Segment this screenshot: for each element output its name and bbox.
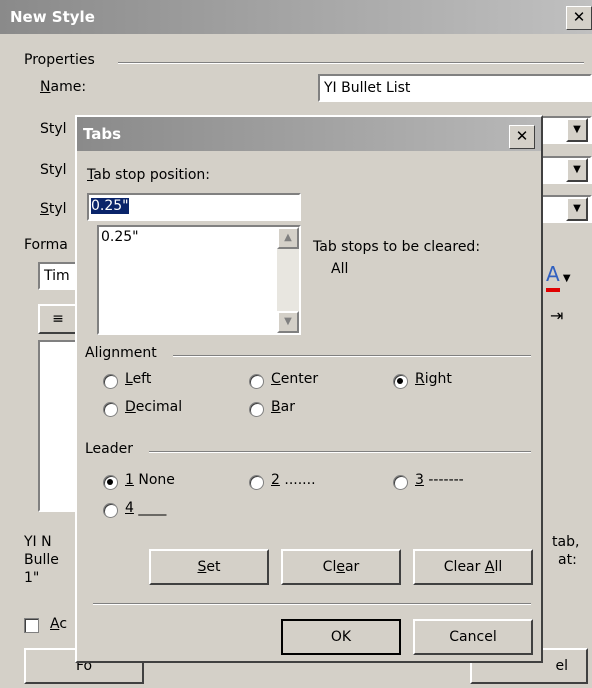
- align-bar-label: Bar: [271, 399, 295, 415]
- preview-area: [38, 340, 78, 512]
- style-following-label: Styl: [40, 201, 67, 217]
- align-left-icon[interactable]: ≡: [38, 304, 78, 334]
- leader-dashes-label: 3 -------: [415, 472, 464, 488]
- align-decimal-label: Decimal: [125, 399, 183, 415]
- align-center-radio[interactable]: [249, 374, 264, 389]
- description-line3: 1": [24, 570, 40, 586]
- align-left-radio[interactable]: [103, 374, 118, 389]
- description-line2: Bulle: [24, 552, 59, 568]
- align-left-label: Left: [125, 371, 152, 387]
- alignment-group-label: Alignment: [85, 345, 157, 361]
- description-line1: YI N: [24, 534, 52, 550]
- style-type-label: Styl: [40, 121, 67, 137]
- tab-stops-to-clear-label: Tab stops to be cleared:: [313, 239, 481, 255]
- tab-stop-list[interactable]: 0.25" ▲ ▼: [97, 225, 301, 335]
- clear-all-button[interactable]: Clear All: [413, 549, 533, 585]
- style-type-dropdown-icon[interactable]: ▼: [566, 118, 588, 142]
- tabs-title: Tabs: [83, 125, 122, 143]
- ok-button[interactable]: OK: [281, 619, 401, 655]
- align-right-label: Right: [415, 371, 452, 387]
- align-center-label: Center: [271, 371, 319, 387]
- tab-stop-position-input[interactable]: 0.25": [87, 193, 301, 221]
- new-style-close-icon[interactable]: ✕: [566, 6, 592, 30]
- leader-none-radio[interactable]: [103, 475, 118, 490]
- properties-group-line: [118, 62, 584, 64]
- tab-stops-to-clear-value: All: [331, 261, 349, 277]
- new-style-titlebar[interactable]: New Style: [0, 0, 592, 34]
- tabs-titlebar[interactable]: Tabs: [77, 117, 541, 151]
- description-right1: tab,: [552, 534, 580, 550]
- increase-indent-icon[interactable]: ⇥: [550, 306, 563, 325]
- tabs-dialog: Tabs ✕ Tab stop position: 0.25" 0.25" ▲ …: [75, 115, 543, 663]
- align-decimal-radio[interactable]: [103, 402, 118, 417]
- leader-group-label: Leader: [85, 441, 134, 457]
- name-input[interactable]: YI Bullet List: [318, 74, 592, 102]
- tabs-close-icon[interactable]: ✕: [509, 125, 535, 149]
- leader-dots-label: 2 .......: [271, 472, 316, 488]
- add-to-template-label: Ac: [50, 616, 68, 632]
- ok-button-label: OK: [330, 629, 352, 645]
- leader-group-line: [149, 451, 531, 453]
- leader-underline-label: 4 ____: [125, 500, 167, 516]
- align-right-radio[interactable]: [393, 374, 408, 389]
- tab-stop-list-item[interactable]: 0.25": [101, 229, 139, 245]
- leader-underline-radio[interactable]: [103, 503, 118, 518]
- style-based-on-label: Styl: [40, 162, 67, 178]
- leader-dashes-radio[interactable]: [393, 475, 408, 490]
- clear-button[interactable]: Clear: [281, 549, 401, 585]
- cancel-button[interactable]: Cancel: [413, 619, 533, 655]
- scroll-up-icon[interactable]: ▲: [277, 227, 299, 249]
- formatting-group-label: Forma: [24, 237, 68, 253]
- name-label: Name:: [40, 79, 87, 95]
- leader-none-label: 1 None: [125, 472, 175, 488]
- outer-cancel-button-label: el: [555, 658, 568, 674]
- style-based-on-dropdown-icon[interactable]: ▼: [566, 158, 588, 182]
- add-to-template-checkbox[interactable]: [24, 618, 39, 633]
- tab-stop-position-label: Tab stop position:: [87, 167, 211, 183]
- font-select-value: Tim: [44, 268, 70, 284]
- alignment-group-line: [173, 355, 531, 357]
- properties-group-label: Properties: [24, 52, 95, 68]
- name-input-value: YI Bullet List: [324, 80, 411, 96]
- style-following-dropdown-icon[interactable]: ▼: [566, 197, 588, 221]
- font-select[interactable]: Tim: [38, 262, 78, 290]
- new-style-title: New Style: [10, 8, 95, 26]
- align-bar-radio[interactable]: [249, 402, 264, 417]
- scroll-down-icon[interactable]: ▼: [277, 311, 299, 333]
- cancel-button-label: Cancel: [449, 629, 497, 645]
- buttons-separator: [93, 603, 531, 605]
- leader-dots-radio[interactable]: [249, 475, 264, 490]
- font-color-swatch: [546, 288, 560, 292]
- tab-stop-position-value: 0.25": [91, 198, 129, 214]
- font-color-icon[interactable]: A ▼: [546, 262, 571, 286]
- set-button[interactable]: Set: [149, 549, 269, 585]
- description-right2: at:: [558, 552, 577, 568]
